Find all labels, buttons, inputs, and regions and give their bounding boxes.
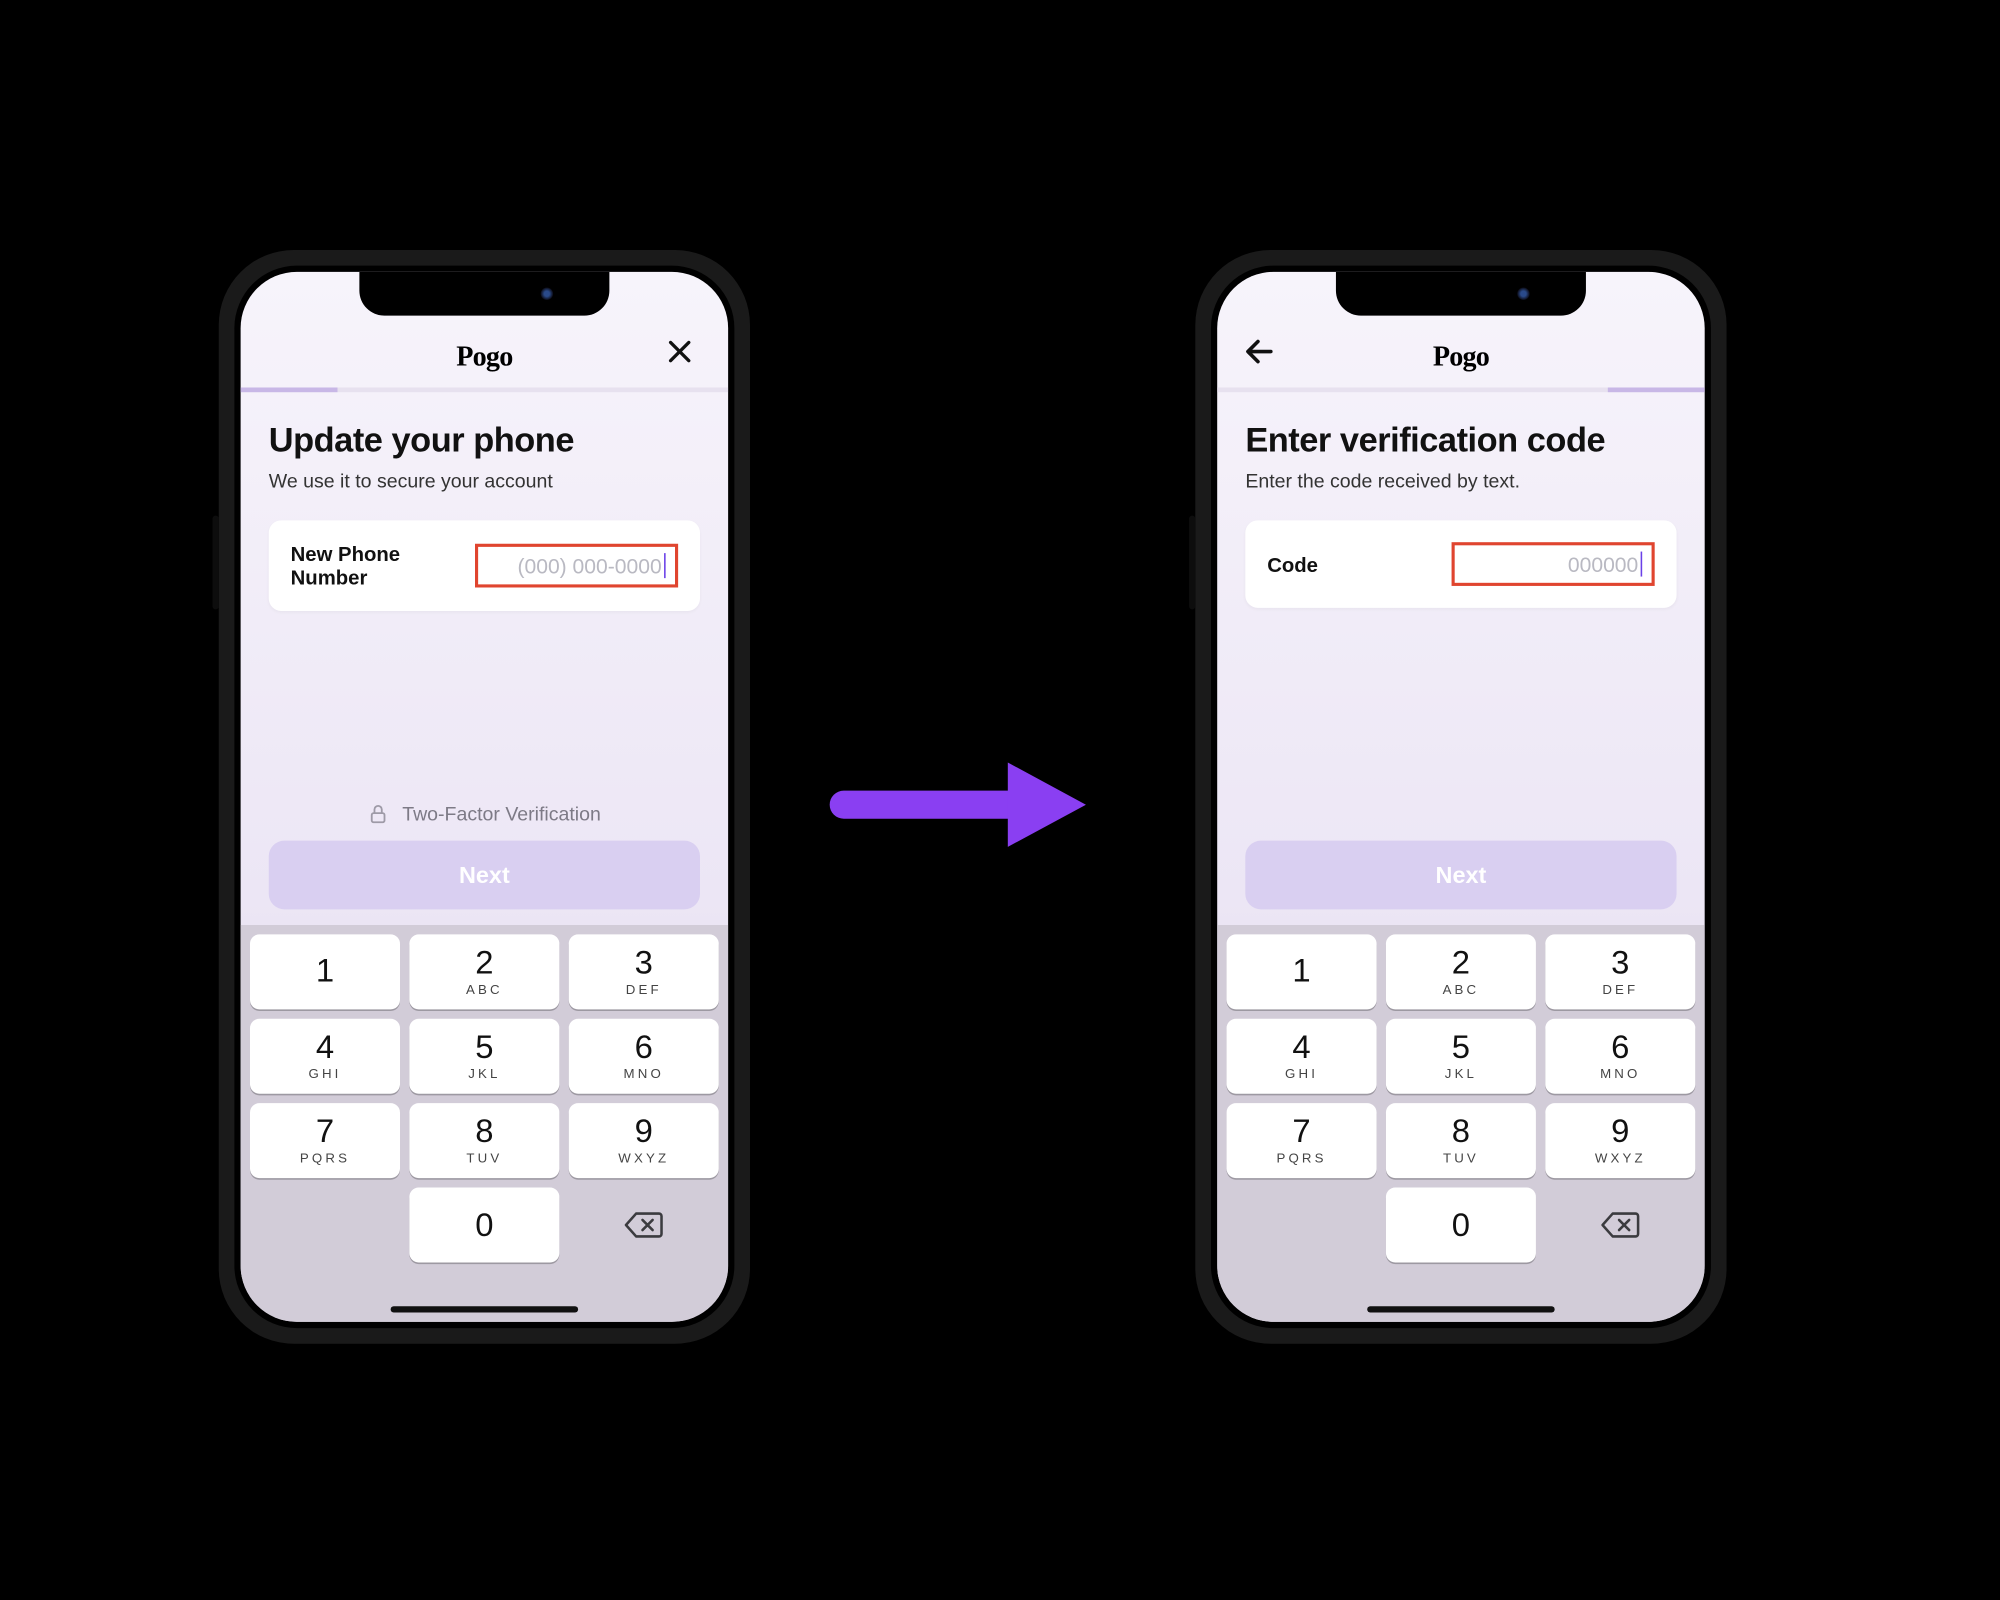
keypad-blank	[1227, 1188, 1377, 1263]
keypad-key-4[interactable]: 4GHI	[1227, 1019, 1377, 1094]
flow-arrow-icon	[820, 750, 1101, 867]
page-subtitle: Enter the code received by text.	[1245, 470, 1676, 492]
keypad-key-1[interactable]: 1	[1227, 934, 1377, 1009]
keypad-key-0[interactable]: 0	[409, 1188, 559, 1263]
keypad-key-2[interactable]: 2ABC	[409, 934, 559, 1009]
keypad-key-5[interactable]: 5JKL	[1386, 1019, 1536, 1094]
close-icon	[664, 336, 695, 367]
keypad-key-3[interactable]: 3DEF	[1545, 934, 1695, 1009]
numeric-keypad: 12ABC3DEF 4GHI5JKL6MNO 7PQRS8TUV9WXYZ0	[241, 925, 729, 1322]
keypad-backspace[interactable]	[1545, 1188, 1695, 1263]
keypad-key-8[interactable]: 8TUV	[1386, 1103, 1536, 1178]
back-button[interactable]	[1239, 331, 1280, 372]
phone-input[interactable]: (000) 000-0000	[475, 544, 678, 588]
code-input-card: Code 000000	[1245, 520, 1676, 608]
lock-icon	[368, 803, 390, 825]
code-input-placeholder: 000000	[1568, 552, 1638, 575]
keypad-key-3[interactable]: 3DEF	[569, 934, 719, 1009]
next-button-label: Next	[459, 862, 510, 889]
notch	[359, 272, 609, 316]
text-caret	[1640, 552, 1642, 577]
keypad-key-4[interactable]: 4GHI	[250, 1019, 400, 1094]
keypad-key-5[interactable]: 5JKL	[409, 1019, 559, 1094]
field-label: New Phone Number	[291, 542, 475, 589]
brand-logo: Pogo	[456, 340, 512, 373]
page-subtitle: We use it to secure your account	[269, 470, 700, 492]
keypad-key-2[interactable]: 2ABC	[1386, 934, 1536, 1009]
keypad-key-7[interactable]: 7PQRS	[1227, 1103, 1377, 1178]
keypad-key-9[interactable]: 9WXYZ	[569, 1103, 719, 1178]
keypad-key-9[interactable]: 9WXYZ	[1545, 1103, 1695, 1178]
backspace-icon	[623, 1209, 664, 1240]
phone-input-placeholder: (000) 000-0000	[517, 554, 661, 577]
home-indicator	[391, 1306, 579, 1312]
next-button[interactable]: Next	[269, 841, 700, 910]
keypad-key-1[interactable]: 1	[250, 934, 400, 1009]
close-button[interactable]	[659, 331, 700, 372]
progress-bar	[1217, 388, 1705, 393]
keypad-key-6[interactable]: 6MNO	[569, 1019, 719, 1094]
keypad-backspace[interactable]	[569, 1188, 719, 1263]
page-title: Enter verification code	[1245, 420, 1676, 461]
numeric-keypad: 12ABC3DEF 4GHI5JKL6MNO 7PQRS8TUV9WXYZ0	[1217, 925, 1705, 1322]
page-title: Update your phone	[269, 420, 700, 461]
two-factor-hint: Two-Factor Verification	[269, 803, 700, 841]
keypad-blank	[250, 1188, 400, 1263]
progress-bar	[241, 388, 729, 393]
backspace-icon	[1600, 1209, 1641, 1240]
keypad-key-8[interactable]: 8TUV	[409, 1103, 559, 1178]
two-factor-label: Two-Factor Verification	[402, 803, 601, 825]
phone-frame-right: Pogo Enter verification code Enter the c…	[1195, 250, 1726, 1344]
field-label: Code	[1267, 552, 1318, 575]
back-arrow-icon	[1242, 334, 1276, 368]
keypad-key-6[interactable]: 6MNO	[1545, 1019, 1695, 1094]
phone-input-card: New Phone Number (000) 000-0000	[269, 520, 700, 611]
notch	[1336, 272, 1586, 316]
home-indicator	[1367, 1306, 1555, 1312]
phone-frame-left: Pogo Update your phone We use it to secu…	[219, 250, 750, 1344]
next-button-label: Next	[1436, 862, 1487, 889]
keypad-key-7[interactable]: 7PQRS	[250, 1103, 400, 1178]
code-input[interactable]: 000000	[1452, 542, 1655, 586]
next-button[interactable]: Next	[1245, 841, 1676, 910]
brand-logo: Pogo	[1433, 340, 1489, 373]
text-caret	[663, 553, 665, 578]
keypad-key-0[interactable]: 0	[1386, 1188, 1536, 1263]
